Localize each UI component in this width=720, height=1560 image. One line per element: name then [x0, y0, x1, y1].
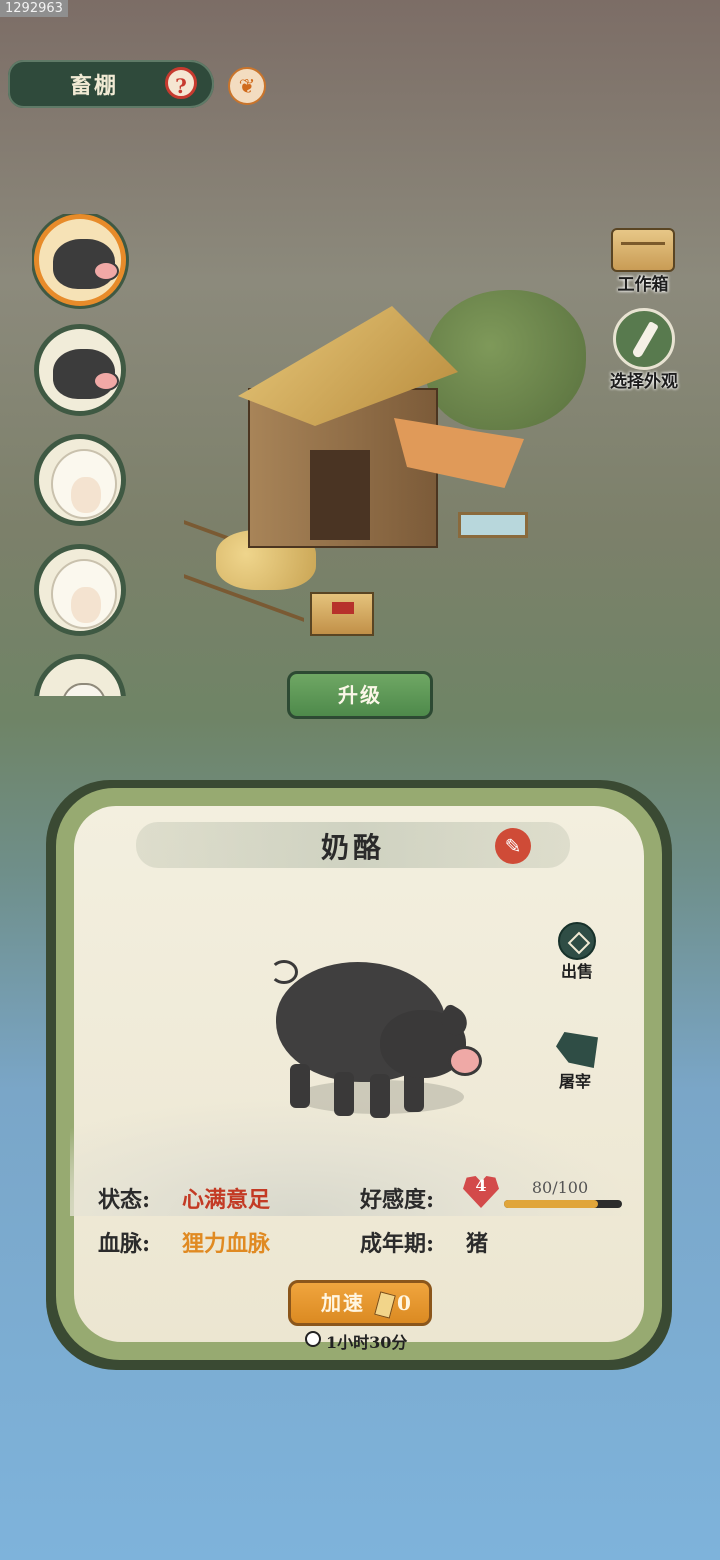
- pig-leg: [290, 1064, 310, 1108]
- bloodline-value: 狸力血脉: [182, 1231, 271, 1257]
- pig-snout: [448, 1046, 482, 1076]
- pig-leg: [334, 1072, 354, 1116]
- affinity-label: 好感度:: [360, 1187, 435, 1213]
- slaughter-label[interactable]: 屠宰: [545, 1068, 605, 1092]
- animal-slot-pig-selected[interactable]: [34, 214, 126, 306]
- speedup-label: 加速: [321, 1291, 365, 1315]
- timer-text: 1小时30分: [326, 1333, 408, 1352]
- sheep-portrait-icon: [51, 559, 117, 629]
- affinity-progress-text: 80/100: [531, 1178, 589, 1197]
- animal-slot-sheep[interactable]: [34, 434, 126, 526]
- pig-portrait-icon: [53, 239, 119, 289]
- upgrade-button[interactable]: 升级: [287, 671, 433, 719]
- goat-portrait-icon: [61, 683, 107, 696]
- sheep-portrait-icon: [51, 449, 117, 519]
- adult-stage-value: 猪: [466, 1231, 489, 1257]
- clock-icon: [305, 1331, 321, 1347]
- animal-list[interactable]: [32, 214, 132, 696]
- pig-tail: [270, 960, 298, 984]
- screenshot-id-badge: 1292963: [0, 0, 68, 17]
- animal-slot-pig[interactable]: [34, 324, 126, 416]
- speedup-count: 0: [397, 1291, 411, 1315]
- mountain-wash-decoration: [70, 1096, 640, 1216]
- toolbox-icon[interactable]: [611, 228, 675, 272]
- status-value: 心满意足: [182, 1187, 271, 1213]
- sell-coin-icon[interactable]: [558, 922, 596, 960]
- rename-brush-icon[interactable]: ✎: [495, 828, 531, 864]
- speedup-button[interactable]: 加速 0: [288, 1280, 432, 1326]
- toolbox-label[interactable]: 工作箱: [604, 270, 682, 295]
- pig-portrait-icon: [53, 349, 119, 399]
- adult-stage-label: 成年期:: [360, 1231, 435, 1257]
- status-label: 状态:: [98, 1187, 151, 1213]
- bloodline-label: 血脉:: [98, 1231, 151, 1257]
- barn-illustration[interactable]: [176, 278, 596, 658]
- water-trough: [458, 512, 528, 538]
- affinity-progress-fill: [504, 1200, 599, 1208]
- ticket-icon: [374, 1291, 396, 1319]
- affinity-progress-bar: [504, 1200, 622, 1208]
- crate-illustration: [310, 592, 374, 636]
- animal-slot-goat[interactable]: [34, 654, 126, 696]
- affinity-level: 4: [475, 1176, 487, 1195]
- appearance-label[interactable]: 选择外观: [596, 367, 692, 392]
- appearance-brush-icon[interactable]: [613, 308, 675, 370]
- help-icon[interactable]: ?: [165, 67, 197, 99]
- phoenix-icon[interactable]: ❦: [228, 67, 266, 105]
- page-title: 畜棚: [70, 73, 119, 99]
- pig-leg: [370, 1074, 390, 1118]
- animal-slot-sheep[interactable]: [34, 544, 126, 636]
- sell-label[interactable]: 出售: [547, 958, 607, 982]
